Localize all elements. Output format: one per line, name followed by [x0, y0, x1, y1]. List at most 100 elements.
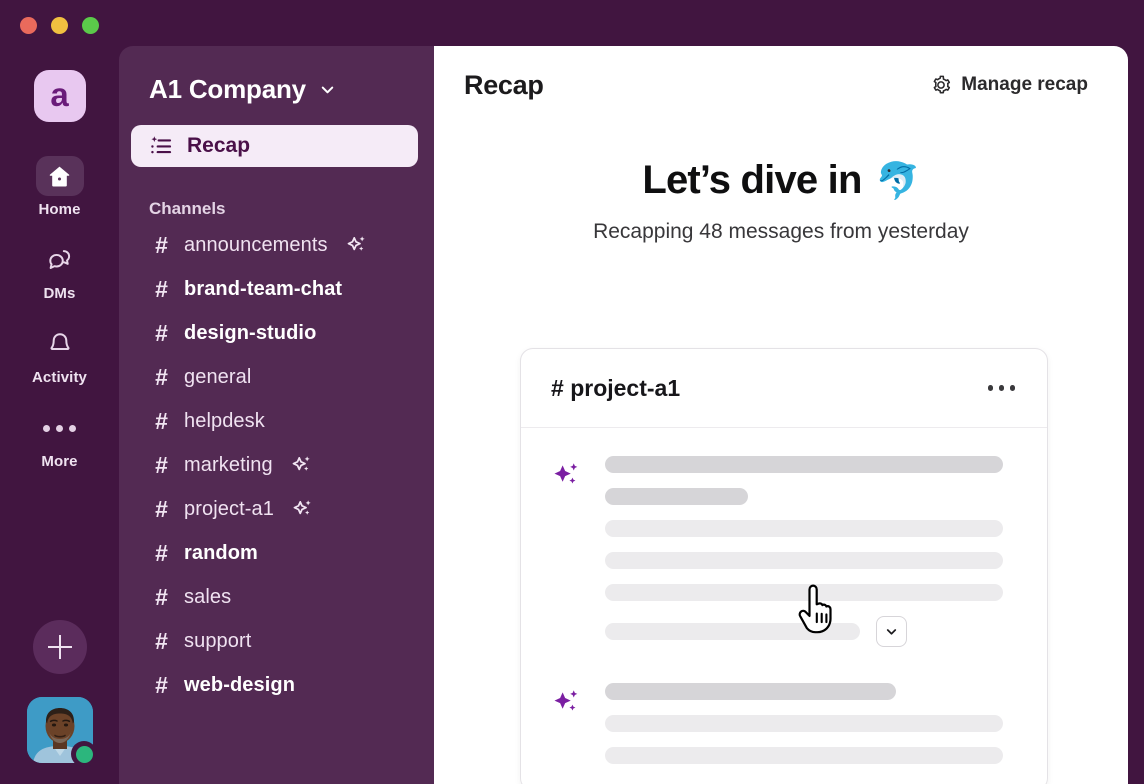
channel-name: helpdesk [184, 410, 265, 433]
ai-recap-indicator [292, 498, 314, 520]
recap-message [551, 456, 1003, 647]
channel-name: marketing [184, 454, 273, 477]
workspace-name: A1 Company [149, 74, 306, 105]
hash-icon: # [153, 366, 170, 389]
hash-icon: # [153, 630, 170, 653]
manage-recap-button[interactable]: Manage recap [930, 74, 1088, 96]
recap-card-body [521, 428, 1047, 784]
hero-section: Let’s dive in 🐬 Recapping 48 messages fr… [434, 158, 1128, 244]
sidebar-channel-announcements[interactable]: # announcements [119, 223, 434, 267]
ai-sparkle-icon [291, 454, 313, 476]
manage-recap-label: Manage recap [961, 74, 1088, 96]
skeleton-line [605, 520, 1003, 537]
home-icon-box [36, 156, 84, 196]
skeleton-line-row [605, 616, 1003, 647]
hash-icon: # [153, 542, 170, 565]
sparkle-list-icon [149, 134, 174, 159]
skeleton-line [605, 552, 1003, 569]
ai-sparkle-icon [551, 687, 582, 718]
rail-item-activity-label: Activity [32, 369, 87, 386]
ai-sparkle-icon [292, 498, 314, 520]
ai-recap-indicator [346, 234, 368, 256]
skeleton-line [605, 683, 896, 700]
channel-name: sales [184, 586, 231, 609]
channel-name: design-studio [184, 322, 316, 345]
sidebar-channel-random[interactable]: # random [119, 531, 434, 575]
hero-subtitle: Recapping 48 messages from yesterday [434, 220, 1128, 244]
window-maximize-button[interactable] [82, 17, 99, 34]
dolphin-emoji: 🐬 [876, 163, 920, 199]
sidebar-channel-brand-team-chat[interactable]: # brand-team-chat [119, 267, 434, 311]
presence-badge [71, 741, 97, 767]
chevron-down-icon [884, 624, 899, 639]
channel-name: announcements [184, 234, 328, 257]
message-skeleton-lines [605, 683, 1003, 764]
dms-icon [45, 245, 75, 275]
recap-card: # project-a1 [520, 348, 1048, 784]
skeleton-line [605, 456, 1003, 473]
hash-icon: # [153, 498, 170, 521]
icon-rail: a Home DMs [0, 0, 119, 784]
hash-icon: # [153, 410, 170, 433]
message-skeleton-lines [605, 456, 1003, 647]
skeleton-line [605, 715, 1003, 732]
sidebar-channel-general[interactable]: # general [119, 355, 434, 399]
channel-name: support [184, 630, 251, 653]
sidebar-channel-design-studio[interactable]: #design-studio [119, 311, 434, 355]
rail-item-activity[interactable]: Activity [24, 324, 96, 386]
app-window: a Home DMs [0, 0, 1144, 784]
recap-card-overflow-menu[interactable] [984, 377, 1020, 399]
hash-icon: # [153, 586, 170, 609]
recap-card-channel-name: project-a1 [570, 375, 680, 401]
bell-icon-box [36, 324, 84, 364]
hash-icon: # [153, 674, 170, 697]
more-dots-icon [43, 425, 76, 432]
rail-item-home[interactable]: Home [24, 156, 96, 218]
message-ai-icon [551, 683, 585, 764]
hero-title: Let’s dive in [642, 158, 861, 203]
channel-name: project-a1 [184, 498, 274, 521]
recap-card-header: # project-a1 [521, 349, 1047, 428]
window-close-button[interactable] [20, 17, 37, 34]
window-minimize-button[interactable] [51, 17, 68, 34]
avatar[interactable] [27, 697, 93, 763]
sidebar-channel-helpdesk[interactable]: # helpdesk [119, 399, 434, 443]
sidebar-channel-marketing[interactable]: # marketing [119, 443, 434, 487]
rail-item-dms-label: DMs [44, 285, 76, 302]
workspace-logo[interactable]: a [34, 70, 86, 122]
rail-item-more-label: More [41, 453, 77, 470]
main-header: Recap Manage recap [434, 46, 1128, 124]
skeleton-line [605, 623, 860, 640]
sidebar-channel-web-design[interactable]: #web-design [119, 663, 434, 707]
page-title: Recap [464, 70, 544, 101]
channel-list: #announcements#brand-team-chat#design-st… [119, 223, 434, 707]
skeleton-line [605, 747, 1003, 764]
workspace-switcher[interactable]: A1 Company [149, 74, 434, 105]
sidebar-channel-support[interactable]: # support [119, 619, 434, 663]
rail-item-dms[interactable]: DMs [24, 240, 96, 302]
sidebar-channel-sales[interactable]: # sales [119, 575, 434, 619]
window-traffic-lights [20, 17, 99, 34]
hash-icon: # [153, 278, 170, 301]
main-panel: Recap Manage recap Let’s dive in 🐬 Recap… [434, 46, 1128, 784]
channel-name: random [184, 542, 258, 565]
channel-name: brand-team-chat [184, 278, 342, 301]
dms-icon-box [36, 240, 84, 280]
hash-icon: # [153, 234, 170, 257]
message-ai-icon [551, 456, 585, 647]
rail-item-more[interactable]: More [24, 408, 96, 470]
sidebar-section-channels: Channels [149, 199, 434, 219]
ai-sparkle-icon [551, 460, 582, 491]
new-item-button[interactable] [33, 620, 87, 674]
workspace-logo-letter: a [50, 78, 68, 111]
channel-name: general [184, 366, 251, 389]
sidebar-channel-project-a1[interactable]: # project-a1 [119, 487, 434, 531]
recap-message [551, 683, 1003, 764]
rail-item-home-label: Home [38, 201, 80, 218]
gear-icon [930, 74, 952, 96]
hash-icon: # [153, 454, 170, 477]
expand-message-button[interactable] [876, 616, 907, 647]
ai-sparkle-icon [346, 234, 368, 256]
sidebar-item-recap[interactable]: Recap [131, 125, 418, 167]
sidebar-item-recap-label: Recap [187, 134, 250, 158]
